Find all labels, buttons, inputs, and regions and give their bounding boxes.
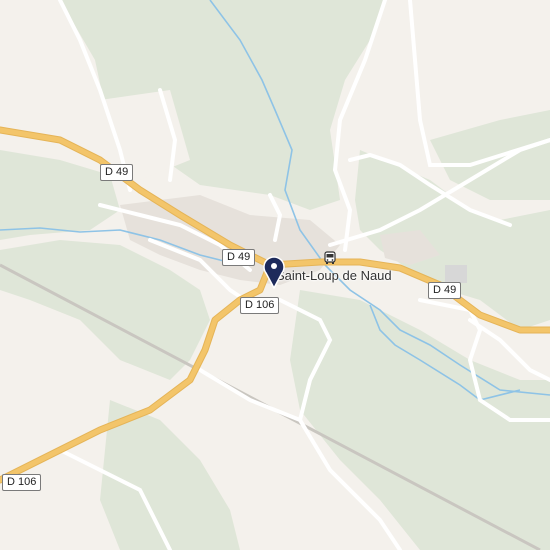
map-canvas[interactable]: D 49 D 49 D 49 D 106 D 106 Saint-Loup de…: [0, 0, 550, 550]
road-label-d49-west: D 49: [100, 164, 134, 181]
place-label: Saint-Loup de Naud: [276, 268, 392, 283]
road-label-d106-southwest: D 106: [2, 474, 42, 491]
bus-icon[interactable]: [323, 251, 337, 265]
road-label-d49-center: D 49: [222, 249, 256, 266]
road-label-d49-east: D 49: [428, 282, 462, 299]
road-label-d106-center: D 106: [240, 297, 280, 314]
map-pin-icon[interactable]: [262, 255, 286, 289]
